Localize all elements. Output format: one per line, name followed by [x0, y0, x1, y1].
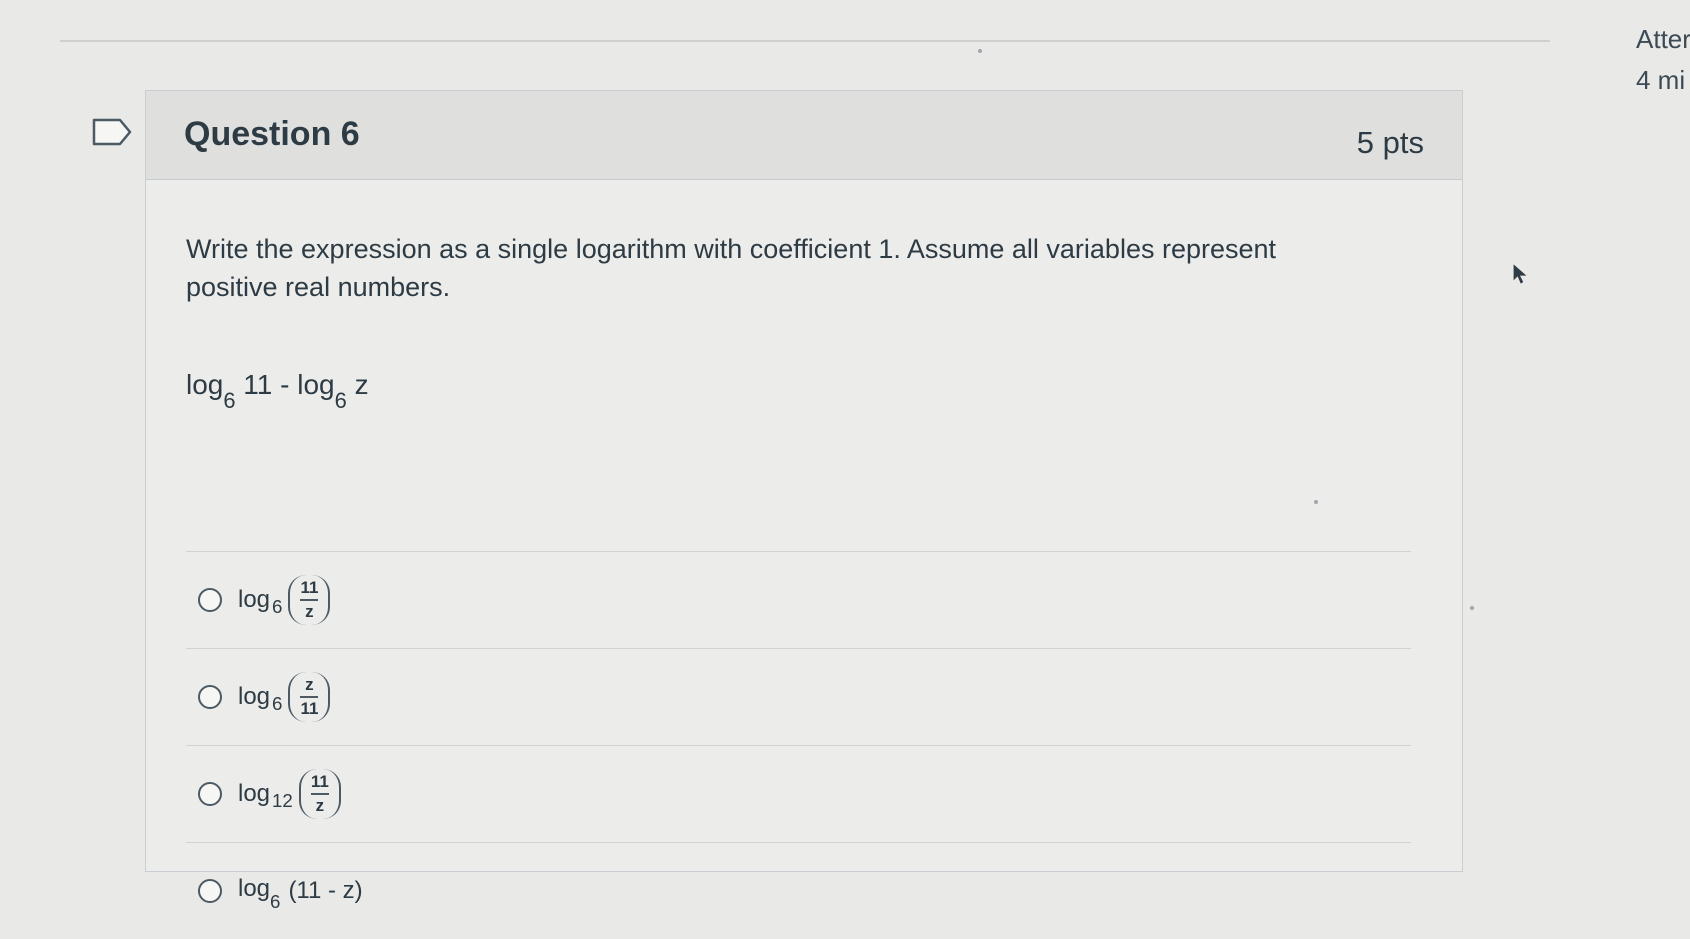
radio-button[interactable] [198, 879, 222, 903]
answer-parentheses: 11 z [288, 575, 331, 625]
answer-expression: log6 (11 - z) [238, 875, 363, 912]
answer-log: log [238, 875, 271, 903]
decorative-dot [1314, 500, 1318, 504]
fraction-numerator: z [305, 675, 314, 695]
answer-log: log [238, 683, 271, 710]
expression-arg2: z [354, 368, 369, 400]
answer-option-4[interactable]: log6 (11 - z) [186, 843, 1411, 939]
answer-options: log 6 11 z log 6 z 11 log 12 11 z log6 (… [186, 551, 1411, 939]
question-title: Question 6 [184, 115, 360, 153]
answer-log: log [238, 780, 271, 807]
answer-option-3[interactable]: log 12 11 z [186, 746, 1411, 842]
answer-expression: log 6 z 11 [238, 672, 331, 722]
decorative-dot [1470, 606, 1474, 610]
answer-base: 6 [270, 891, 281, 913]
expression-minus: - [280, 368, 290, 400]
answer-parentheses: z 11 [288, 672, 331, 722]
question-expression: log6 11 - log6 z [186, 368, 1426, 413]
answer-base: 6 [272, 595, 283, 617]
mouse-cursor-icon [1513, 264, 1527, 284]
fraction-bar [300, 696, 319, 698]
fraction-bar [300, 599, 319, 601]
question-header: Question 6 5 pts [146, 91, 1462, 180]
flag-question-icon[interactable] [92, 118, 132, 146]
answer-log: log [238, 586, 271, 613]
fraction-numerator: 11 [300, 578, 319, 598]
question-prompt: Write the expression as a single logarit… [186, 234, 1277, 302]
radio-button[interactable] [198, 588, 222, 612]
answer-parentheses: 11 z [298, 769, 341, 819]
top-divider [60, 40, 1550, 42]
question-card: Question 6 5 pts Write the expression as… [145, 90, 1463, 912]
expression-base2: 6 [334, 387, 347, 413]
attempt-info-panel: Atter 4 mi [1636, 22, 1690, 104]
answer-expression: log 6 11 z [238, 575, 331, 625]
answer-option-2[interactable]: log 6 z 11 [186, 649, 1411, 745]
attempt-label: Atter [1636, 24, 1690, 54]
fraction-denominator: z [315, 796, 325, 815]
decorative-dot [978, 49, 982, 53]
expression-arg1: 11 [243, 368, 273, 400]
expression-base1: 6 [223, 387, 236, 413]
time-remaining: 4 mi [1636, 65, 1686, 96]
answer-option-1[interactable]: log 6 11 z [186, 552, 1411, 648]
answer-base: 6 [272, 692, 283, 714]
radio-button[interactable] [198, 782, 222, 806]
radio-button[interactable] [198, 685, 222, 709]
answer-fraction: 11 z [310, 772, 329, 815]
answer-expression: log 12 11 z [238, 769, 341, 819]
fraction-numerator: 11 [310, 772, 329, 792]
fraction-bar [310, 793, 329, 795]
answer-fraction: z 11 [300, 675, 319, 718]
answer-fraction: 11 z [300, 578, 319, 621]
question-points: 5 pts [1356, 125, 1424, 160]
fraction-denominator: z [305, 602, 314, 621]
question-body: Write the expression as a single logarit… [186, 231, 1426, 912]
answer-base: 12 [272, 789, 293, 811]
fraction-denominator: 11 [300, 699, 319, 718]
expression-log2: log [297, 368, 335, 400]
expression-log1: log [186, 368, 224, 400]
answer-argument: (11 - z) [288, 876, 363, 904]
